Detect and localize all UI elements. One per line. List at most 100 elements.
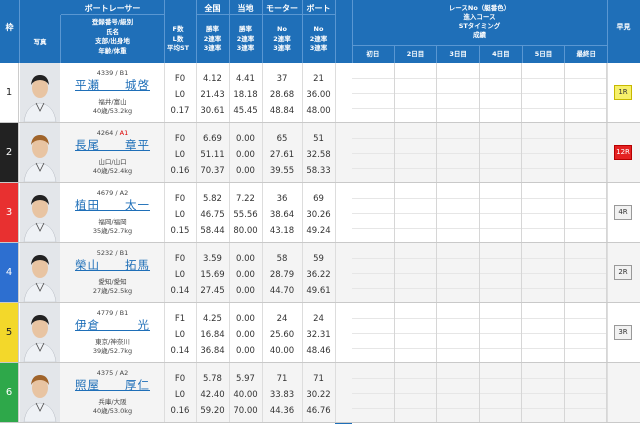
motor-value-1: 58 [276, 254, 288, 264]
motor-value-2: 28.79 [269, 270, 295, 280]
race-number-badge[interactable]: 12R [614, 145, 632, 160]
national-value-1: 3.59 [203, 254, 222, 264]
day-result-cell [394, 363, 437, 422]
stat-value-2: L0 [174, 210, 186, 220]
race-number-badge[interactable]: 3R [614, 325, 632, 340]
local-value-3: 0.00 [236, 286, 255, 296]
boat-sub-3: 3連率 [309, 44, 328, 52]
stat-values: F0 L0 0.14 [164, 243, 196, 302]
day-result-cell [437, 243, 480, 302]
boat-value-2: 30.22 [306, 390, 331, 400]
local-value-3: 0.00 [236, 346, 255, 356]
racer-portrait-icon [20, 123, 60, 182]
day-result-cell [522, 183, 565, 242]
frame-number: 4 [0, 243, 19, 302]
day-result-cell [394, 123, 437, 182]
racer-name-link[interactable]: 植田 太一 [61, 198, 164, 213]
stat-value-3: 0.16 [170, 166, 190, 176]
national-values: 5.82 46.75 58.44 [196, 183, 229, 242]
racer-row: 1 4339 / B1 平瀬 城啓 福井/富山 40歳/53.2kg F0 L0… [0, 63, 640, 123]
day-header-6: 最終日 [576, 50, 596, 58]
racer-name-link[interactable]: 平瀬 城啓 [61, 78, 164, 93]
national-value-1: 5.78 [203, 374, 222, 384]
day-result-cell [522, 63, 565, 122]
racer-portrait-icon [20, 243, 60, 302]
racer-info-line-2: 氏名 [106, 27, 119, 36]
national-value-3: 27.45 [200, 286, 225, 296]
national-sub-1: 勝率 [206, 25, 219, 33]
age-weight: 39歳/52.7kg [92, 347, 133, 355]
racer-info-line-3: 支部/出身地 [95, 37, 130, 45]
national-value-3: 36.84 [200, 346, 225, 356]
stat-value-3: 0.15 [170, 226, 190, 236]
motor-sub-1: No [277, 25, 287, 33]
motor-header: モーター [266, 4, 298, 13]
racer-name-link[interactable]: 照屋 厚仁 [61, 378, 164, 393]
motor-values: 65 27.61 39.55 [262, 123, 302, 182]
day-result-cell [437, 363, 480, 422]
race-info-line-4: 成績 [473, 31, 486, 39]
stat-value-2: L0 [174, 270, 186, 280]
stat-value-3: 0.16 [170, 406, 190, 416]
local-values: 4.41 18.18 45.45 [229, 63, 262, 122]
motor-values: 36 38.64 43.18 [262, 183, 302, 242]
stat-header-f: F数 [172, 25, 184, 33]
day-result-cell [394, 183, 437, 242]
racer-portrait-icon [20, 363, 60, 422]
boat-header: ボート [306, 4, 331, 13]
local-values: 0.00 0.00 0.00 [229, 303, 262, 362]
racer-portrait-icon [20, 303, 60, 362]
racer-photo [20, 303, 60, 362]
racer-info-line-1: 登録番号/級別 [91, 18, 134, 26]
local-value-3: 45.45 [233, 106, 258, 116]
branch-birthplace: 福岡/福岡 [98, 218, 127, 226]
local-value-2: 18.18 [233, 90, 258, 100]
day-result-cell [394, 63, 437, 122]
racer-name-link[interactable]: 長尾 章平 [61, 138, 164, 153]
motor-value-1: 71 [276, 374, 288, 384]
national-value-1: 6.69 [203, 134, 222, 144]
boat-value-2: 36.22 [306, 270, 331, 280]
local-value-1: 5.97 [236, 374, 255, 384]
day-result-cell [564, 363, 607, 422]
day-result-cell [352, 243, 395, 302]
boat-values: 21 36.00 48.00 [302, 63, 335, 122]
boat-values: 69 30.26 49.24 [302, 183, 335, 242]
racer-name-link[interactable]: 伊倉 光 [61, 318, 164, 333]
racer-name-link[interactable]: 榮山 拓馬 [61, 258, 164, 273]
registration-class: 4264 / A1 [96, 129, 129, 137]
stat-value-1: F0 [174, 194, 186, 204]
racer-info: 4339 / B1 平瀬 城啓 福井/富山 40歳/53.2kg [61, 63, 164, 122]
national-header: 全国 [204, 4, 221, 13]
day-header-1: 初日 [352, 46, 395, 63]
frame-number: 2 [0, 123, 19, 182]
motor-sub-3: 3連率 [273, 44, 291, 52]
boat-value-1: 24 [313, 314, 324, 324]
day-result-cell [564, 183, 607, 242]
boat-value-3: 48.46 [306, 346, 331, 356]
race-number-badge[interactable]: 1R [614, 85, 632, 100]
boat-value-2: 36.00 [306, 90, 331, 100]
national-value-2: 51.11 [200, 150, 225, 160]
stat-value-2: L0 [174, 330, 186, 340]
boat-value-3: 49.61 [306, 286, 331, 296]
day-result-cell [522, 363, 565, 422]
stat-header-l: L数 [172, 34, 184, 43]
race-number-badge[interactable]: 2R [614, 265, 632, 280]
racer-info: 4375 / A2 照屋 厚仁 兵庫/大阪 40歳/53.0kg [61, 363, 164, 422]
boat-value-1: 21 [313, 74, 324, 84]
national-values: 5.78 42.40 59.20 [196, 363, 229, 422]
motor-values: 37 28.68 48.84 [262, 63, 302, 122]
local-value-1: 4.41 [236, 74, 255, 84]
boat-values: 59 36.22 49.61 [302, 243, 335, 302]
racer-row: 6 4375 / A2 照屋 厚仁 兵庫/大阪 40歳/53.0kg F0 L0… [0, 363, 640, 423]
age-weight: 27歳/52.5kg [92, 287, 133, 295]
day-result-cell [437, 63, 480, 122]
local-value-2: 40.00 [233, 390, 258, 400]
local-sub-1: 勝率 [239, 25, 252, 33]
race-number-badge[interactable]: 4R [614, 205, 632, 220]
stat-value-1: F0 [174, 254, 186, 264]
registration-class: 4679 / A2 [96, 189, 129, 197]
branch-birthplace: 愛知/愛知 [98, 278, 127, 286]
racer-photo [20, 363, 60, 422]
